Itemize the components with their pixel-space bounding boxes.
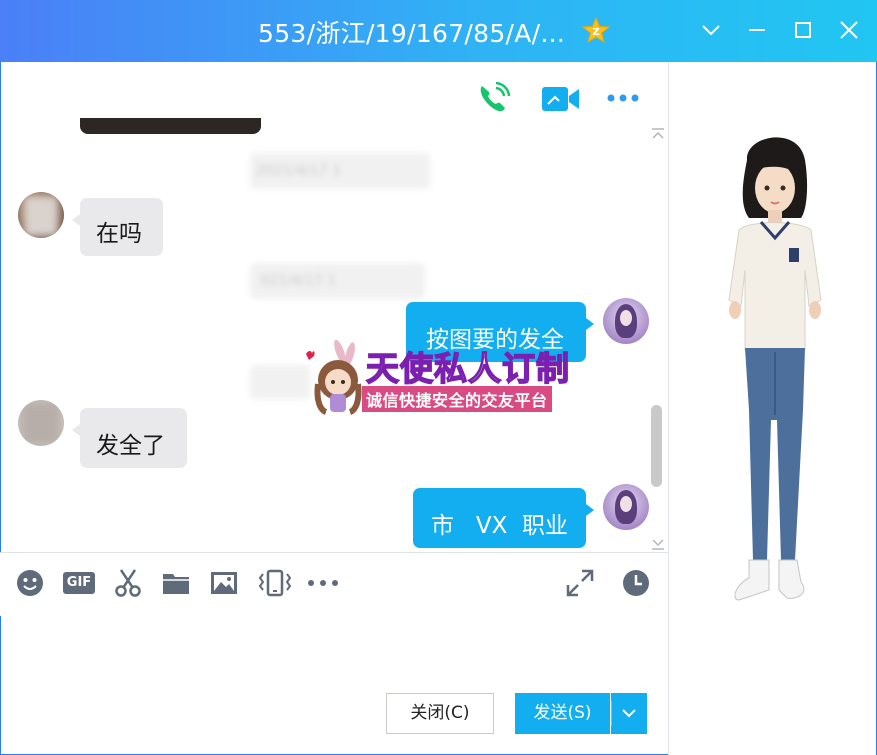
bubble-tail [586,504,594,516]
avatar[interactable] [603,484,649,530]
bubble-tail [586,318,594,330]
message-bubble[interactable]: 市 VX 职业 [413,488,586,548]
contact-show-panel [668,62,877,755]
vip-star-icon[interactable]: Z [582,17,610,43]
send-options-button[interactable] [611,693,647,734]
voice-call-icon[interactable] [476,82,512,116]
emoji-icon[interactable] [15,568,45,598]
scissors-icon[interactable] [113,568,143,598]
send-button[interactable]: 发送(S) [515,693,610,734]
scroll-up-icon[interactable] [651,128,665,140]
bubble-tail [72,214,80,226]
close-icon[interactable] [833,14,865,46]
scroll-down-icon[interactable] [651,538,665,550]
watermark-title: 天使私人订制 [365,348,570,389]
video-call-icon[interactable] [541,84,581,114]
expand-icon[interactable] [565,568,595,598]
cropped-image[interactable] [80,118,261,134]
history-icon[interactable] [621,568,651,598]
avatar[interactable] [18,192,64,238]
message-text: 发全了 [96,433,165,459]
gif-icon[interactable]: GIF [63,572,95,594]
message-input[interactable] [0,616,668,755]
avatar[interactable] [603,298,649,344]
cartoon-girl-icon [306,340,362,415]
timestamp: 021/4/17 1 [250,263,425,299]
scrollbar-thumb[interactable] [651,405,662,487]
message-bubble[interactable]: 发全了 [80,408,187,468]
avatar[interactable] [18,400,64,446]
chevron-down-icon[interactable] [695,14,727,46]
more-icon[interactable] [306,568,340,598]
message-text: 在吗 [96,221,142,247]
minimize-icon[interactable] [741,14,773,46]
svg-text:Z: Z [592,27,599,38]
maximize-icon[interactable] [787,14,819,46]
watermark-subtitle: 诚信快捷安全的交友平台 [362,386,552,412]
timestamp: 2021/4/17 1 [250,153,430,189]
more-icon[interactable] [606,92,640,104]
watermark-logo: 天使私人订制 诚信快捷安全的交友平台 [300,340,580,416]
image-icon[interactable] [209,568,239,598]
shake-icon[interactable] [257,568,293,598]
avatar-figure-image [728,137,822,601]
message-text: 市 VX 职业 [431,513,569,539]
message-bubble[interactable]: 在吗 [80,198,163,256]
window-title: 553/浙江/19/167/85/A/... [258,19,566,48]
bubble-tail [72,424,80,436]
folder-icon[interactable] [161,568,191,598]
chevron-down-icon [622,709,636,718]
close-button[interactable]: 关闭(C) [386,693,494,734]
title-bar: 553/浙江/19/167/85/A/... Z [0,0,877,62]
